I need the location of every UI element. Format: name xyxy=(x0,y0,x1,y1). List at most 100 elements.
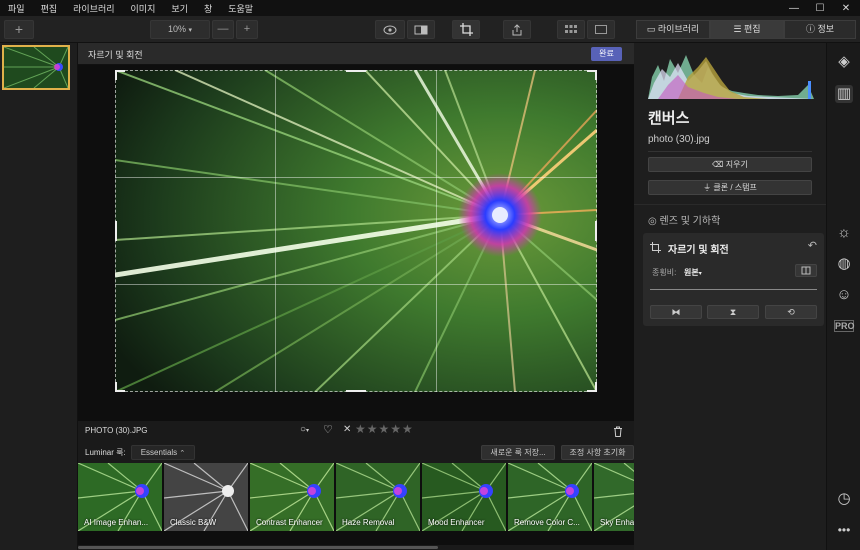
trash-icon[interactable] xyxy=(613,426,623,437)
eye-icon xyxy=(383,25,397,35)
chevron-up-icon: ⌃ xyxy=(179,450,186,457)
menu-image[interactable]: 이미지 xyxy=(123,2,164,15)
maximize-button[interactable]: ☐ xyxy=(808,0,832,17)
share-button[interactable] xyxy=(503,20,531,39)
erase-button[interactable]: ⌫ 지우기 xyxy=(648,157,812,172)
lens-geometry-tool[interactable]: ◎ 렌즈 및 기하학 xyxy=(648,212,720,227)
add-photos-button[interactable]: + xyxy=(4,20,34,39)
sun-icon[interactable]: ☼ xyxy=(835,224,853,242)
grid-view-button[interactable] xyxy=(557,20,585,39)
menu-library[interactable]: 라이브러리 xyxy=(65,2,122,15)
preset-thumbnail[interactable]: Contrast Enhancer xyxy=(250,463,334,531)
zoom-out-button[interactable]: — xyxy=(212,20,234,39)
aspect-label: 종횡비: xyxy=(652,268,677,277)
tab-library[interactable]: ▭ 라이브러리 xyxy=(636,20,710,39)
preset-thumbnail[interactable]: Sky Enha xyxy=(594,463,634,531)
clone-label: 클론 / 스탬프 xyxy=(713,183,757,192)
erase-label: 지우기 xyxy=(725,160,748,169)
scrollbar-thumb[interactable] xyxy=(78,546,438,549)
crop-header-title: 자르기 및 회전 xyxy=(88,50,143,60)
crop-handle-corner[interactable] xyxy=(115,70,117,80)
reset-adjustments-button[interactable]: 조정 사항 초기화 xyxy=(561,445,634,460)
photo-info-bar: PHOTO (30).JPG ○▾ ♡ ✕ ★★★★★ xyxy=(78,421,634,443)
save-look-button[interactable]: 새로운 룩 저장... xyxy=(481,445,555,460)
aspect-select[interactable]: 원본▾ xyxy=(684,267,702,278)
minimize-button[interactable]: — xyxy=(782,0,806,17)
info-icon: ⓘ xyxy=(805,24,815,34)
pro-tools-icon[interactable]: PRO xyxy=(834,320,855,332)
menu-view[interactable]: 보기 xyxy=(163,2,196,15)
aperture-icon: ◎ xyxy=(648,216,657,227)
crop-rotate-panel: 자르기 및 회전 ↶ 종횡비: 원본▾ ⧓ ⧗ ⟲ xyxy=(643,233,824,326)
stamp-icon: ⏚ xyxy=(703,183,712,192)
preset-thumbnail[interactable]: AI Image Enhan... xyxy=(78,463,162,531)
preset-category-select[interactable]: Essentials ⌃ xyxy=(131,445,195,460)
reject-icon[interactable]: ✕ xyxy=(343,424,351,435)
preset-thumbnail[interactable]: Classic B&W xyxy=(164,463,248,531)
presets-scrollbar[interactable] xyxy=(78,545,634,550)
single-view-button[interactable] xyxy=(587,20,615,39)
compare-button[interactable] xyxy=(407,20,435,39)
menu-help[interactable]: 도움말 xyxy=(220,2,261,15)
crop-handle-corner[interactable] xyxy=(115,382,117,392)
palette-icon[interactable]: ◍ xyxy=(835,255,853,273)
crop-handle-edge[interactable] xyxy=(595,221,597,241)
preset-label: Sky Enha xyxy=(600,518,634,527)
layers-icon[interactable]: ◈ xyxy=(835,53,853,71)
menu-bar: 파일 편집 라이브러리 이미지 보기 창 도움말 — ☐ ✕ xyxy=(0,0,860,17)
preset-label: AI Image Enhan... xyxy=(84,518,149,527)
rotate-icon: ⟲ xyxy=(787,307,795,317)
crop-icon xyxy=(650,242,661,253)
menu-file[interactable]: 파일 xyxy=(0,2,33,15)
menu-window[interactable]: 창 xyxy=(196,2,220,15)
face-icon[interactable]: ☺ xyxy=(835,286,853,304)
crop-photo[interactable] xyxy=(115,70,597,392)
library-icon: ▭ xyxy=(646,24,656,34)
grid-icon xyxy=(565,25,577,33)
preset-thumbnail[interactable]: Mood Enhancer xyxy=(422,463,506,531)
rotation-slider[interactable] xyxy=(650,289,817,290)
done-button[interactable]: 완료 xyxy=(591,47,622,61)
crop-handle-corner[interactable] xyxy=(595,382,597,392)
close-button[interactable]: ✕ xyxy=(834,0,858,17)
crop-handle-edge[interactable] xyxy=(346,70,366,72)
preview-eye-button[interactable] xyxy=(375,20,405,39)
histogram xyxy=(648,55,814,99)
single-view-icon xyxy=(595,25,607,34)
flip-vertical-button[interactable]: ⧗ xyxy=(707,305,759,319)
tab-info[interactable]: ⓘ 정보 xyxy=(784,20,856,39)
crop-tool-button[interactable] xyxy=(452,20,480,39)
history-icon[interactable]: ◷ xyxy=(835,490,853,508)
rotate-button[interactable]: ⟲ xyxy=(765,305,817,319)
tool-rail: ◈ ▥ ☼ ◍ ☺ PRO ◷ ••• xyxy=(826,43,860,550)
zoom-select[interactable]: 10% ▾ xyxy=(150,20,210,39)
color-label-button[interactable]: ○▾ xyxy=(300,424,309,435)
sliders-icon: ☰ xyxy=(733,24,742,34)
crop-icon xyxy=(459,23,473,36)
zoom-value: 10% xyxy=(167,24,186,34)
crop-handle-edge[interactable] xyxy=(115,221,117,241)
crop-handle-edge[interactable] xyxy=(346,390,366,392)
preset-label: Classic B&W xyxy=(170,518,217,527)
preset-label: Contrast Enhancer xyxy=(256,518,323,527)
more-icon[interactable]: ••• xyxy=(835,521,853,539)
canvas-tools-icon[interactable]: ▥ xyxy=(835,85,853,103)
star-rating[interactable]: ★★★★★ xyxy=(355,422,414,436)
aspect-lock-button[interactable] xyxy=(795,264,817,277)
presets-strip: AI Image Enhan... Classic B&W Contrast E… xyxy=(78,463,634,531)
zoom-in-button[interactable]: + xyxy=(236,20,258,39)
photo-filename: PHOTO (30).JPG xyxy=(85,426,148,435)
crop-handle-corner[interactable] xyxy=(595,70,597,80)
preset-label: Mood Enhancer xyxy=(428,518,485,527)
filmstrip-thumbnail[interactable] xyxy=(2,45,70,90)
aspect-value: 원본 xyxy=(684,268,699,277)
preset-thumbnail[interactable]: Remove Color C... xyxy=(508,463,592,531)
clone-stamp-button[interactable]: ⏚ 클론 / 스탬프 xyxy=(648,180,812,195)
heart-icon[interactable]: ♡ xyxy=(323,423,333,436)
reset-icon[interactable]: ↶ xyxy=(808,239,817,252)
tab-edit[interactable]: ☰ 편집 xyxy=(710,20,784,39)
flip-horizontal-button[interactable]: ⧓ xyxy=(650,305,702,319)
preset-thumbnail[interactable]: Haze Removal xyxy=(336,463,420,531)
menu-edit[interactable]: 편집 xyxy=(33,2,66,15)
crop-header: 자르기 및 회전 완료 xyxy=(78,43,634,65)
